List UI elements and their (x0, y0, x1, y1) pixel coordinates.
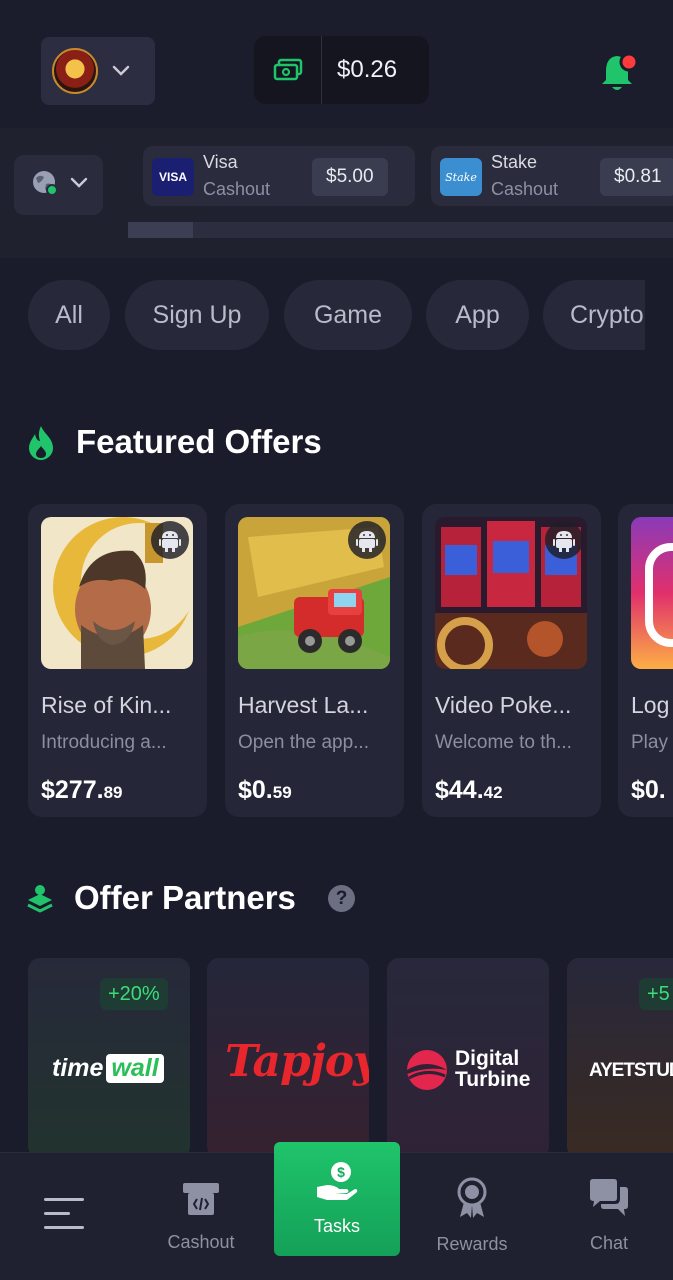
offer-card-video-poker[interactable]: Video Poke... Welcome to th... $44.42 (422, 504, 601, 817)
offer-description: Introducing a... (41, 732, 167, 753)
offer-card-partial[interactable]: Log Play $0. (618, 504, 673, 817)
offer-price: $0. (631, 776, 666, 804)
digital-turbine-logo: Digital Turbine (455, 1047, 531, 1091)
partners-icon (24, 882, 56, 919)
stake-logo: Stake (440, 158, 482, 196)
profile-menu-button[interactable] (41, 37, 155, 105)
digital-turbine-icon (405, 1048, 449, 1097)
offer-description: Open the app... (238, 732, 369, 753)
nav-tasks-label: Tasks (313, 1216, 360, 1236)
offer-title: Video Poke... (435, 692, 572, 718)
help-icon[interactable]: ? (328, 885, 355, 912)
svg-text:$: $ (337, 1164, 345, 1180)
chip-all[interactable]: All (28, 280, 110, 350)
cashout-amount: $0.81 (600, 158, 673, 196)
chip-game[interactable]: Game (284, 280, 412, 350)
cashout-item-visa[interactable]: VISA Visa Cashout $5.00 (143, 146, 415, 206)
partner-ayetstudios[interactable]: +5 AYETSTUDIOS (567, 958, 673, 1158)
cashout-name: Stake (491, 152, 538, 172)
avatar (52, 48, 98, 94)
bonus-badge: +5 (639, 978, 673, 1010)
rewards-medal-icon (455, 1177, 489, 1224)
offer-partners-title: Offer Partners (74, 879, 296, 916)
offer-description: Play (631, 732, 668, 753)
cashout-sub: Cashout (203, 179, 271, 199)
chip-sign-up[interactable]: Sign Up (125, 280, 269, 350)
android-icon (545, 521, 583, 559)
chip-crypto[interactable]: Crypto (543, 280, 645, 350)
chevron-down-icon (112, 60, 130, 83)
region-selector[interactable] (14, 155, 103, 215)
partner-digital-turbine[interactable]: Digital Turbine (387, 958, 549, 1158)
balance-amount: $0.26 (337, 56, 398, 83)
offer-price: $0.59 (238, 776, 292, 804)
cash-icon (254, 36, 322, 104)
offer-image (631, 517, 673, 669)
chat-bubbles-icon (588, 1178, 630, 1223)
cashout-sub: Cashout (491, 179, 559, 199)
chevron-down-icon (70, 176, 88, 194)
nav-cashout-label: Cashout (167, 1232, 235, 1252)
tasks-hand-coin-icon: $ (315, 1161, 359, 1208)
cashout-icon (181, 1179, 221, 1222)
nav-chat-label: Chat (589, 1233, 629, 1253)
offer-image (238, 517, 390, 669)
android-icon (151, 521, 189, 559)
nav-rewards[interactable]: Rewards (428, 1152, 516, 1280)
cashout-amount: $5.00 (312, 158, 388, 196)
offer-image (435, 517, 587, 669)
nav-tasks[interactable]: $ Tasks (274, 1142, 400, 1256)
bonus-badge: +20% (100, 978, 168, 1010)
cashout-item-stake[interactable]: Stake Stake Cashout $0.81 (431, 146, 673, 206)
cashout-name: Visa (203, 152, 238, 172)
partner-tapjoy[interactable]: Tapjoy (207, 958, 369, 1158)
notification-bell-icon[interactable] (598, 50, 640, 94)
featured-offers-title: Featured Offers (76, 423, 322, 460)
partner-timewall[interactable]: +20% time wall (28, 958, 190, 1158)
offer-title: Rise of Kin... (41, 692, 172, 718)
ticker-scroll-thumb[interactable] (128, 222, 193, 238)
tapjoy-logo: Tapjoy (225, 1036, 369, 1087)
ayetstudios-logo: AYETSTUDIOS (589, 1060, 673, 1081)
menu-button[interactable] (22, 1152, 106, 1280)
offer-card-rise-of-kingdoms[interactable]: Rise of Kin... Introducing a... $277.89 (28, 504, 207, 817)
offer-price: $44.42 (435, 776, 503, 804)
nav-cashout[interactable]: Cashout (155, 1152, 247, 1280)
globe-icon (30, 168, 60, 203)
offer-title: Log (631, 692, 670, 718)
balance-display[interactable]: $0.26 (254, 36, 429, 104)
nav-chat[interactable]: Chat (572, 1152, 646, 1280)
hamburger-menu-icon (42, 1194, 86, 1239)
ticker-scrollbar[interactable] (128, 222, 673, 238)
offer-image (41, 517, 193, 669)
visa-logo: VISA (152, 158, 194, 196)
nav-rewards-label: Rewards (436, 1234, 508, 1254)
timewall-logo: time wall (52, 1054, 164, 1083)
offer-description: Welcome to th... (435, 732, 572, 753)
android-icon (348, 521, 386, 559)
fire-icon (26, 424, 56, 467)
offer-card-harvest-land[interactable]: Harvest La... Open the app... $0.59 (225, 504, 404, 817)
offer-title: Harvest La... (238, 692, 369, 718)
chip-app[interactable]: App (426, 280, 529, 350)
offer-price: $277.89 (41, 776, 123, 804)
category-filter: All Sign Up Game App Crypto (0, 280, 645, 350)
